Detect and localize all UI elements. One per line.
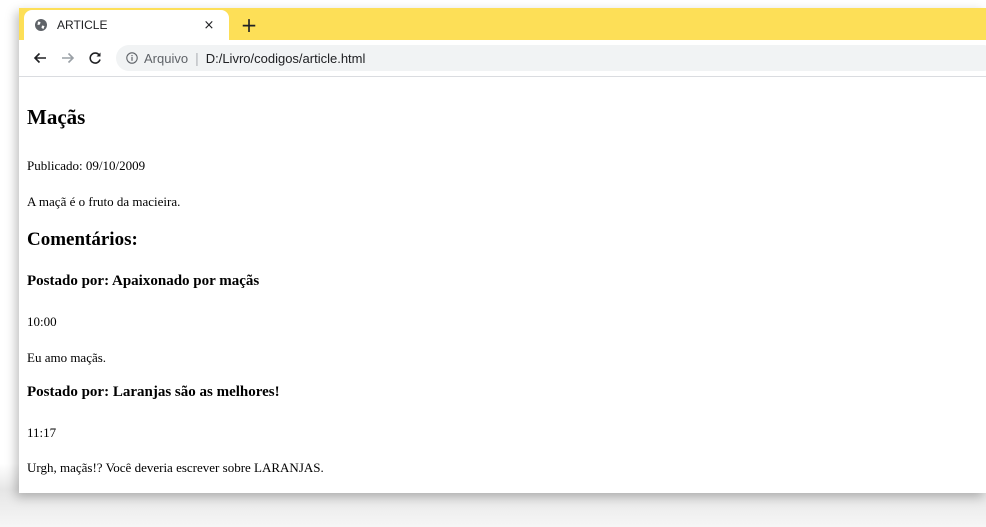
page-content: Maçãs Publicado: 09/10/2009 A maçã é o f… — [19, 77, 986, 493]
url-text[interactable]: D:/Livro/codigos/article.html — [206, 51, 366, 66]
info-icon[interactable] — [126, 52, 138, 64]
tab-title: ARTICLE — [57, 18, 108, 32]
tab-strip: ARTICLE × + — [19, 8, 986, 40]
comment-time: 10:00 — [27, 314, 57, 329]
reload-icon — [89, 52, 101, 64]
publish-date: Publicado: 09/10/2009 — [27, 158, 146, 173]
browser-toolbar: Arquivo | D:/Livro/codigos/article.html — [19, 40, 986, 77]
tab-article[interactable]: ARTICLE × — [24, 10, 229, 40]
comment-author: Postado por: Apaixonado por maçãs — [27, 273, 260, 289]
arrow-left-icon — [33, 52, 46, 64]
new-tab-button[interactable]: + — [237, 13, 261, 37]
address-bar[interactable]: Arquivo | D:/Livro/codigos/article.html — [116, 45, 986, 71]
comment-text: Eu amo maçãs. — [27, 350, 107, 365]
url-separator: | — [195, 50, 199, 66]
comment-time: 11:17 — [27, 425, 57, 440]
arrow-right-icon — [62, 52, 75, 64]
article-body: A maçã é o fruto da macieira. — [27, 194, 181, 209]
comment-text: Urgh, maçãs!? Você deveria escrever sobr… — [27, 460, 324, 475]
back-button[interactable] — [29, 47, 51, 69]
close-tab-icon[interactable]: × — [201, 17, 217, 33]
article-title: Maçãs — [27, 105, 86, 129]
globe-icon — [34, 18, 48, 32]
reload-button[interactable] — [84, 47, 106, 69]
forward-button[interactable] — [57, 47, 79, 69]
comment-author: Postado por: Laranjas são as melhores! — [27, 384, 280, 400]
comments-heading: Comentários: — [27, 229, 138, 250]
file-scheme-label: Arquivo — [144, 50, 189, 66]
browser-window: ARTICLE × + Arquivo | D:/Livro/codigos/a… — [19, 8, 986, 493]
